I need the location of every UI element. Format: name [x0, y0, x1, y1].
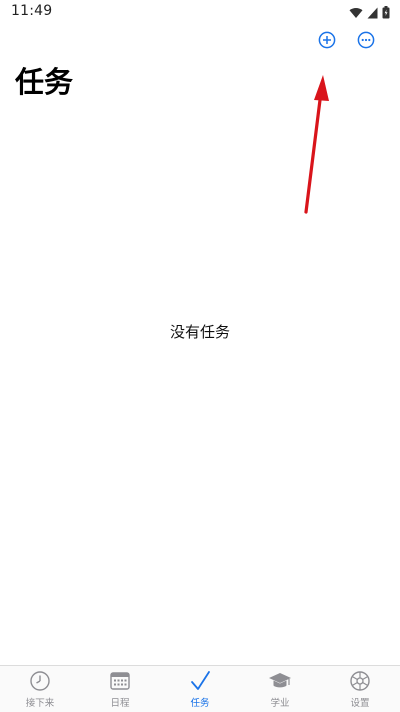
tab-label: 设置 [350, 698, 370, 709]
plus-circle-icon [318, 31, 336, 53]
wifi-icon [349, 4, 363, 23]
status-icons [349, 4, 390, 23]
tab-label: 日程 [110, 698, 130, 709]
calendar-icon [108, 669, 132, 693]
tab-label: 接下来 [25, 698, 55, 709]
status-time: 11:49 [11, 3, 53, 19]
signal-icon [367, 4, 378, 23]
graduation-cap-icon [268, 669, 292, 693]
screen: 11:49 任务 没有任务 接下来 日程 任务 学业 设置 [0, 0, 400, 712]
clock-icon [28, 669, 52, 693]
tab-upcoming[interactable]: 接下来 [0, 666, 80, 712]
tab-label: 学业 [270, 698, 290, 709]
empty-state-message: 没有任务 [169, 323, 230, 341]
tab-settings[interactable]: 设置 [320, 666, 400, 712]
annotation-arrow [304, 75, 329, 214]
battery-icon [382, 4, 390, 23]
tab-label: 任务 [190, 698, 210, 709]
checkmark-icon [188, 669, 212, 693]
status-bar: 11:49 [0, 0, 400, 24]
gear-icon [348, 669, 372, 693]
tab-academics[interactable]: 学业 [240, 666, 320, 712]
tab-bar: 接下来 日程 任务 学业 设置 [0, 665, 400, 712]
add-task-button[interactable] [315, 30, 339, 54]
tab-tasks[interactable]: 任务 [160, 666, 240, 712]
ellipsis-circle-icon [357, 31, 375, 53]
page-title: 任务 [15, 65, 74, 99]
more-options-button[interactable] [354, 30, 378, 54]
tab-schedule[interactable]: 日程 [80, 666, 160, 712]
